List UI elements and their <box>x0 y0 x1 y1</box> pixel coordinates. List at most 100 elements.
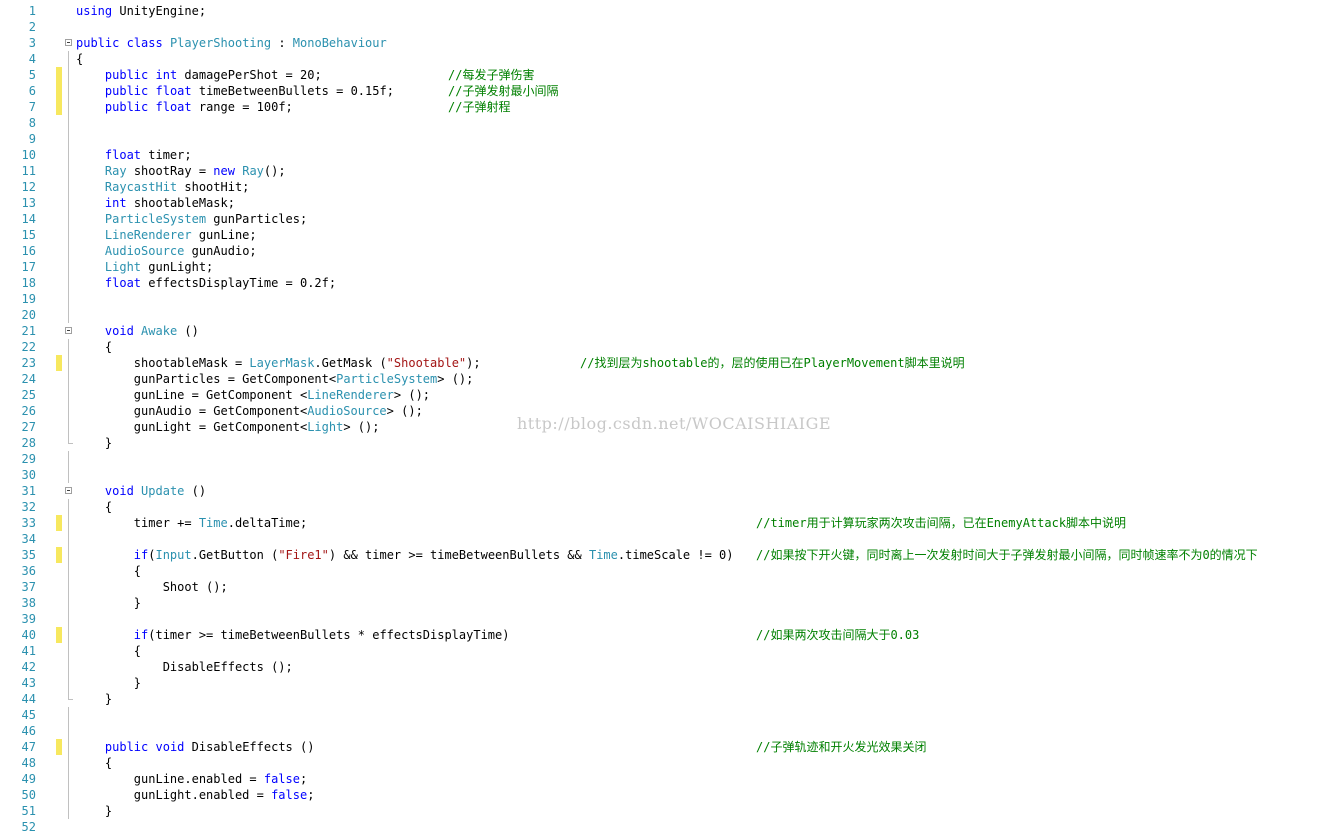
code-line[interactable]: int shootableMask; <box>76 195 1343 211</box>
code-line[interactable]: } <box>76 675 1343 691</box>
code-line[interactable]: float timer; <box>76 147 1343 163</box>
code-line[interactable]: { <box>76 755 1343 771</box>
fold-line <box>68 643 69 659</box>
minus-icon[interactable] <box>65 487 72 494</box>
code-line[interactable]: ParticleSystem gunParticles; <box>76 211 1343 227</box>
code-line[interactable]: Light gunLight; <box>76 259 1343 275</box>
line-number: 29 <box>21 452 36 466</box>
margin-cell <box>56 531 62 547</box>
margin-cell <box>56 211 62 227</box>
code-line[interactable] <box>76 451 1343 467</box>
fold-guide <box>64 451 74 467</box>
line-number: 33 <box>21 516 36 530</box>
code-line[interactable]: gunLight.enabled = false; <box>76 787 1343 803</box>
code-line[interactable]: { <box>76 563 1343 579</box>
code-line[interactable] <box>76 115 1343 131</box>
keyword-token: float <box>104 276 142 290</box>
fold-guide <box>64 579 74 595</box>
code-line[interactable]: gunParticles = GetComponent<ParticleSyst… <box>76 371 1343 387</box>
type-token: LineRenderer <box>104 228 192 242</box>
code-line[interactable]: void Update () <box>76 483 1343 499</box>
code-line[interactable]: DisableEffects (); <box>76 659 1343 675</box>
code-token: ); <box>466 356 481 370</box>
code-token: > (); <box>393 388 431 402</box>
code-line[interactable]: Ray shootRay = new Ray(); <box>76 163 1343 179</box>
code-line[interactable]: shootableMask = LayerMask.GetMask ("Shoo… <box>76 355 1343 371</box>
code-line[interactable]: using UnityEngine; <box>76 3 1343 19</box>
code-line[interactable]: public float range = 100f; //子弹射程 <box>76 99 1343 115</box>
code-line[interactable] <box>76 19 1343 35</box>
code-line[interactable] <box>76 819 1343 835</box>
code-line[interactable]: float effectsDisplayTime = 0.2f; <box>76 275 1343 291</box>
fold-guide <box>64 211 74 227</box>
collapse-region-toggle[interactable] <box>64 483 74 499</box>
code-line[interactable]: } <box>76 803 1343 819</box>
keyword-token: class <box>126 36 163 50</box>
collapse-region-toggle[interactable] <box>64 323 74 339</box>
keyword-token: float <box>155 84 192 98</box>
code-line[interactable]: AudioSource gunAudio; <box>76 243 1343 259</box>
code-line[interactable]: gunLine = GetComponent <LineRenderer> ()… <box>76 387 1343 403</box>
code-line[interactable]: } <box>76 691 1343 707</box>
margin-cell <box>56 803 62 819</box>
margin-cell <box>56 595 62 611</box>
line-number: 20 <box>21 308 36 322</box>
fold-guide <box>64 595 74 611</box>
code-line[interactable]: RaycastHit shootHit; <box>76 179 1343 195</box>
code-line[interactable] <box>76 531 1343 547</box>
code-line[interactable] <box>76 131 1343 147</box>
code-line[interactable]: { <box>76 339 1343 355</box>
code-token: { <box>76 564 142 578</box>
code-token: > (); <box>437 372 474 386</box>
code-line[interactable] <box>76 291 1343 307</box>
code-line[interactable]: gunLine.enabled = false; <box>76 771 1343 787</box>
code-line[interactable]: if(timer >= timeBetweenBullets * effects… <box>76 627 1343 643</box>
fold-guide <box>64 691 74 707</box>
code-line[interactable]: } <box>76 435 1343 451</box>
collapse-region-toggle[interactable] <box>64 35 74 51</box>
code-token: } <box>76 436 113 450</box>
code-line[interactable] <box>76 707 1343 723</box>
code-line[interactable]: public int damagePerShot = 20; //每发子弹伤害 <box>76 67 1343 83</box>
changed-line-marker <box>56 67 62 83</box>
margin-cell <box>56 291 62 307</box>
minus-icon[interactable] <box>65 39 72 46</box>
fold-guide <box>64 611 74 627</box>
code-line[interactable]: timer += Time.deltaTime; //timer用于计算玩家两次攻… <box>76 515 1343 531</box>
type-token: RaycastHit <box>104 180 178 194</box>
keyword-token: void <box>104 324 134 338</box>
line-number: 11 <box>21 164 36 178</box>
line-number: 16 <box>21 244 36 258</box>
code-editor[interactable]: 1 2 3 4 5 6 7 8 9 10 11 12 13 14 15 16 17 18 19 20 21 22 23 24 2… <box>0 0 1343 834</box>
code-line[interactable] <box>76 467 1343 483</box>
code-line[interactable] <box>76 723 1343 739</box>
code-line[interactable]: { <box>76 643 1343 659</box>
code-line[interactable] <box>76 307 1343 323</box>
margin-cell <box>56 659 62 675</box>
minus-icon[interactable] <box>65 327 72 334</box>
code-line[interactable]: if(Input.GetButton ("Fire1") && timer >=… <box>76 547 1343 563</box>
code-line[interactable]: public class PlayerShooting : MonoBehavi… <box>76 35 1343 51</box>
fold-line <box>68 515 69 531</box>
margin-cell <box>56 131 62 147</box>
code-line[interactable]: } <box>76 595 1343 611</box>
code-token: gunAudio = GetComponent< <box>76 404 308 418</box>
code-line[interactable]: Shoot (); <box>76 579 1343 595</box>
code-line[interactable]: void Awake () <box>76 323 1343 339</box>
code-line[interactable]: { <box>76 499 1343 515</box>
fold-guide <box>64 275 74 291</box>
fold-guide <box>64 99 74 115</box>
code-line[interactable]: { <box>76 51 1343 67</box>
fold-line <box>68 707 69 723</box>
changed-line-marker <box>56 355 62 371</box>
code-line[interactable]: public float timeBetweenBullets = 0.15f;… <box>76 83 1343 99</box>
code-line[interactable]: LineRenderer gunLine; <box>76 227 1343 243</box>
code-line[interactable] <box>76 611 1343 627</box>
code-line[interactable]: public void DisableEffects () //子弹轨迹和开火发光… <box>76 739 1343 755</box>
type-token: Update <box>141 484 185 498</box>
